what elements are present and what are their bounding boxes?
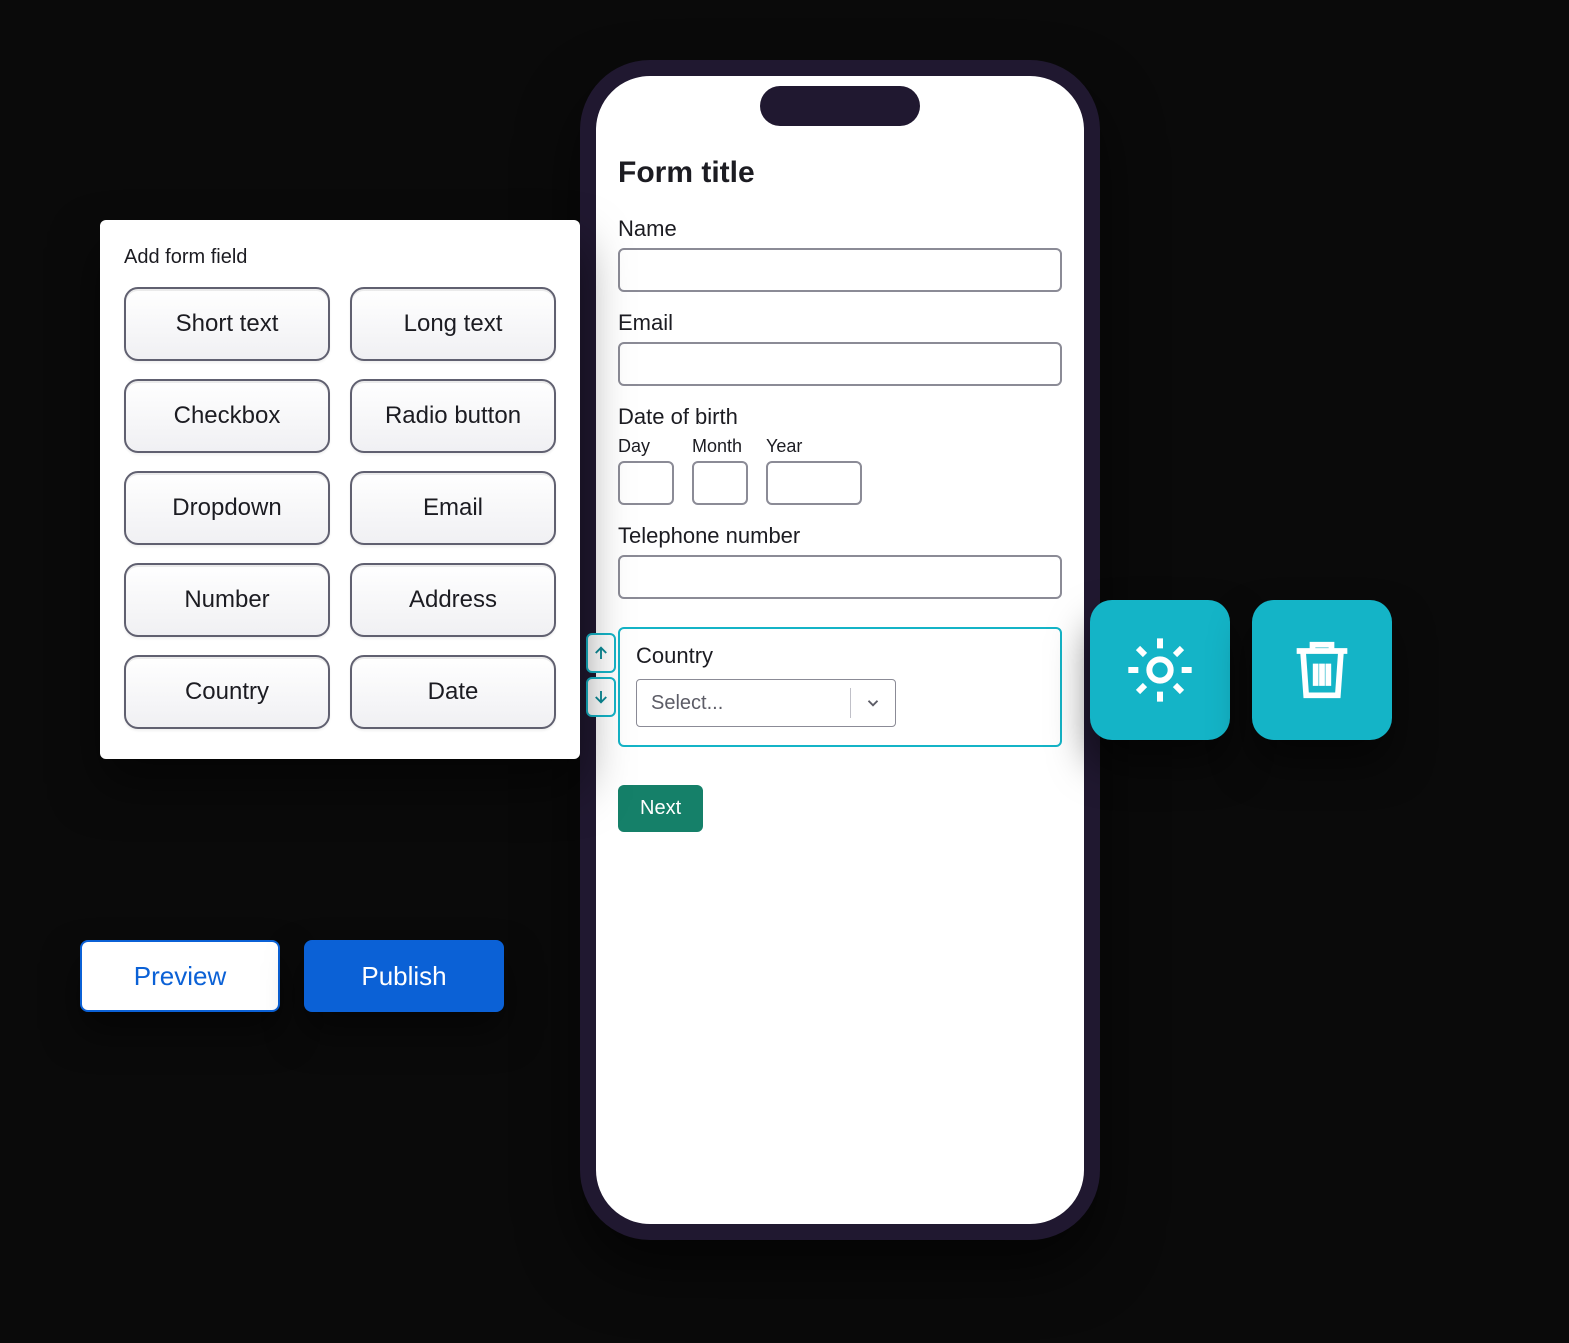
email-label: Email	[618, 310, 1062, 336]
dob-label: Date of birth	[618, 404, 1062, 430]
form-title: Form title	[618, 156, 1062, 190]
field-email: Email	[618, 310, 1062, 386]
trash-icon	[1284, 632, 1360, 708]
field-type-date[interactable]: Date	[350, 655, 556, 729]
name-input[interactable]	[618, 248, 1062, 292]
dob-day-label: Day	[618, 436, 674, 457]
context-actions	[1090, 600, 1392, 740]
palette-grid: Short text Long text Checkbox Radio butt…	[124, 287, 556, 729]
field-palette: Add form field Short text Long text Chec…	[100, 220, 580, 759]
country-select[interactable]: Select...	[636, 679, 896, 727]
dob-year-col: Year	[766, 436, 862, 505]
dob-day-input[interactable]	[618, 461, 674, 505]
field-type-country[interactable]: Country	[124, 655, 330, 729]
action-row: Preview Publish	[80, 940, 504, 1012]
field-type-address[interactable]: Address	[350, 563, 556, 637]
move-down-button[interactable]	[586, 677, 616, 717]
country-label: Country	[636, 643, 1044, 669]
reorder-controls	[586, 633, 616, 717]
country-select-placeholder: Select...	[637, 692, 850, 715]
selected-field-country[interactable]: Country Select...	[618, 627, 1062, 747]
field-type-checkbox[interactable]: Checkbox	[124, 379, 330, 453]
chevron-down-icon	[851, 694, 895, 712]
arrow-up-icon	[592, 643, 610, 663]
email-input[interactable]	[618, 342, 1062, 386]
palette-title: Add form field	[124, 246, 556, 269]
phone-frame: Form title Name Email Date of birth Day …	[580, 60, 1100, 1240]
field-type-long-text[interactable]: Long text	[350, 287, 556, 361]
field-type-email[interactable]: Email	[350, 471, 556, 545]
next-button[interactable]: Next	[618, 785, 703, 832]
dob-month-input[interactable]	[692, 461, 748, 505]
dob-month-col: Month	[692, 436, 748, 505]
dob-day-col: Day	[618, 436, 674, 505]
field-type-dropdown[interactable]: Dropdown	[124, 471, 330, 545]
gear-icon	[1120, 630, 1200, 710]
name-label: Name	[618, 216, 1062, 242]
field-type-radio-button[interactable]: Radio button	[350, 379, 556, 453]
preview-button[interactable]: Preview	[80, 940, 280, 1012]
settings-button[interactable]	[1090, 600, 1230, 740]
dob-year-input[interactable]	[766, 461, 862, 505]
field-type-short-text[interactable]: Short text	[124, 287, 330, 361]
dob-month-label: Month	[692, 436, 748, 457]
arrow-down-icon	[592, 687, 610, 707]
field-telephone: Telephone number	[618, 523, 1062, 599]
field-type-number[interactable]: Number	[124, 563, 330, 637]
telephone-input[interactable]	[618, 555, 1062, 599]
dob-year-label: Year	[766, 436, 862, 457]
move-up-button[interactable]	[586, 633, 616, 673]
publish-button[interactable]: Publish	[304, 940, 504, 1012]
telephone-label: Telephone number	[618, 523, 1062, 549]
form-preview: Form title Name Email Date of birth Day …	[618, 156, 1062, 1202]
phone-notch	[760, 86, 920, 126]
field-name: Name	[618, 216, 1062, 292]
field-dob: Date of birth Day Month Year	[618, 404, 1062, 505]
delete-button[interactable]	[1252, 600, 1392, 740]
